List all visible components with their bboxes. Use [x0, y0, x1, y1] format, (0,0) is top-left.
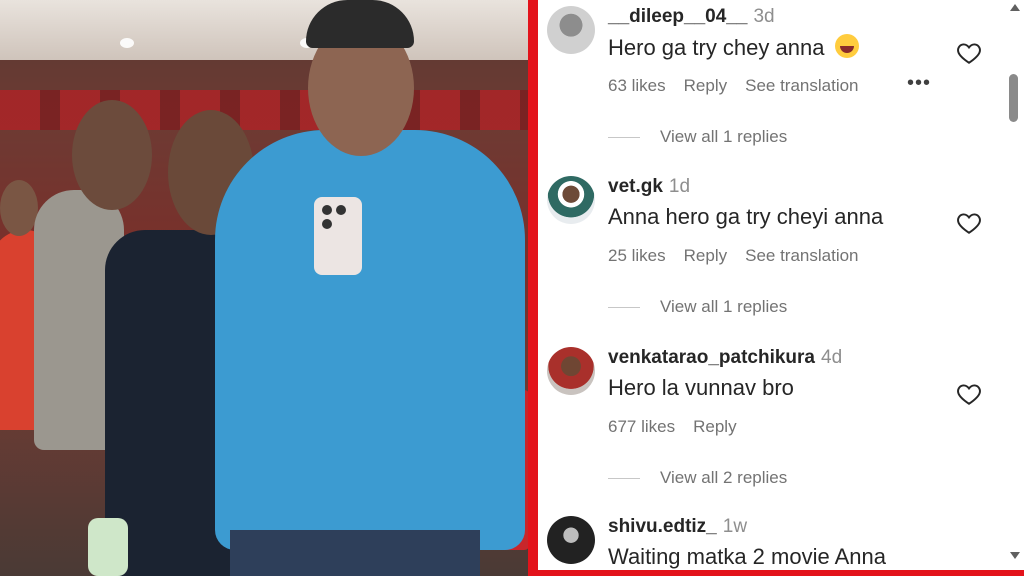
heart-outline-icon[interactable] [956, 381, 982, 407]
post-photo[interactable] [0, 0, 530, 576]
comment-meta: 25 likes Reply See translation [608, 246, 859, 266]
photo-ceiling [0, 0, 530, 60]
replies-line [608, 477, 640, 479]
comment-text: Hero la vunnav bro [608, 375, 794, 400]
comment-text: Anna hero ga try cheyi anna [608, 204, 884, 229]
comment-time: 3d [753, 6, 775, 27]
heart-outline-icon[interactable] [956, 210, 982, 236]
red-divider [528, 0, 538, 576]
comment-username[interactable]: shivu.edtiz_ 1w [608, 516, 747, 538]
comment-meta: 63 likes Reply See translation [608, 76, 859, 96]
comment-text: Waiting matka 2 movie Anna [608, 544, 886, 569]
jeans [230, 530, 480, 576]
avatar[interactable] [547, 6, 595, 54]
avatar[interactable] [547, 516, 595, 564]
water-bottle [88, 518, 128, 576]
reply-button[interactable]: Reply [684, 76, 727, 96]
comment-username[interactable]: venkatarao_patchikura 4d [608, 347, 842, 369]
phone [314, 197, 362, 275]
laughing-emoji-icon [834, 34, 859, 58]
scroll-thumb[interactable] [1009, 74, 1018, 122]
likes-count[interactable]: 63 likes [608, 76, 666, 96]
see-translation-button[interactable]: See translation [745, 246, 858, 266]
red-bottom-border [528, 570, 1024, 576]
scrollbar[interactable] [1008, 0, 1024, 570]
comment-time: 4d [821, 347, 843, 368]
avatar[interactable] [547, 176, 595, 224]
comment-time: 1d [668, 176, 691, 197]
comment-text: Hero ga try chey anna [608, 34, 859, 61]
replies-line [608, 306, 640, 308]
avatar[interactable] [547, 347, 595, 395]
ceiling-light [120, 38, 134, 48]
comment-time: 1w [722, 516, 748, 537]
comment-username[interactable]: vet.gk 1d [608, 176, 690, 198]
comments-panel: __dileep__04__ 3d Hero ga try chey anna 6… [538, 0, 1024, 570]
likes-count[interactable]: 25 likes [608, 246, 666, 266]
view-replies-button[interactable]: View all 1 replies [608, 127, 787, 147]
reply-button[interactable]: Reply [693, 417, 736, 437]
scroll-up-arrow-icon[interactable] [1010, 4, 1020, 11]
see-translation-button[interactable]: See translation [745, 76, 858, 96]
replies-line [608, 136, 640, 138]
scroll-down-arrow-icon[interactable] [1010, 552, 1020, 559]
comment-meta: 677 likes Reply [608, 417, 737, 437]
reply-button[interactable]: Reply [684, 246, 727, 266]
comment-username[interactable]: __dileep__04__ 3d [608, 6, 775, 28]
more-horizontal-icon[interactable]: ••• [907, 73, 931, 93]
view-replies-button[interactable]: View all 1 replies [608, 297, 787, 317]
likes-count[interactable]: 677 likes [608, 417, 675, 437]
person-head [0, 180, 38, 236]
heart-outline-icon[interactable] [956, 40, 982, 66]
person-blue-shirt [215, 130, 525, 550]
person-head [72, 100, 152, 210]
view-replies-button[interactable]: View all 2 replies [608, 468, 787, 488]
